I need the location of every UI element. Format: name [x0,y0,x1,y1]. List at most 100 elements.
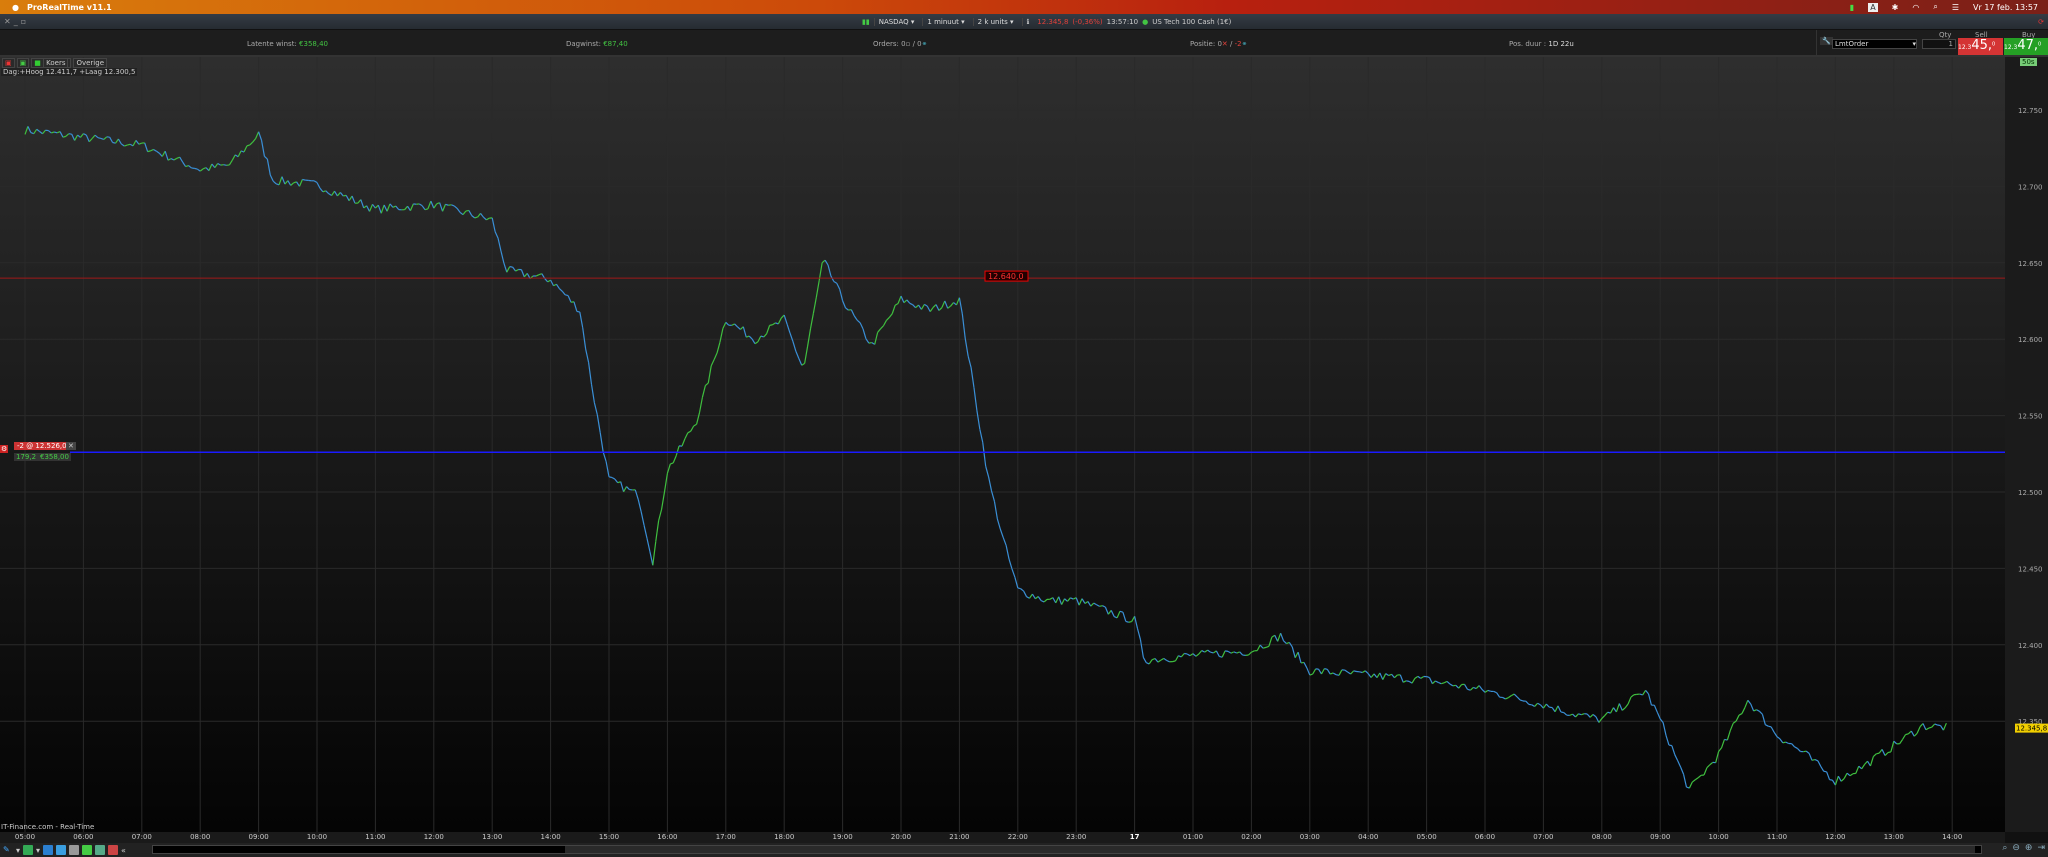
latent-label: Latente winst: [247,40,297,48]
quote-time: 13:57:10 [1106,18,1139,26]
window-icon[interactable] [95,845,106,855]
x-tick-label: 20:00 [890,833,912,841]
color-icon[interactable] [82,845,93,855]
close-position-icon[interactable]: ✕ [66,442,76,450]
x-tick-label: 19:00 [832,833,853,841]
x-axis[interactable]: 05:00 06:00 07:00 08:00 09:00 10:00 11:00 12:00… [0,832,2005,843]
scrollbar-thumb[interactable] [565,846,1975,853]
window-controls-icon[interactable]: ✕_▫ [4,17,29,26]
other-legend[interactable]: Overige [73,58,108,68]
price-segment [1782,741,1786,744]
order-type-select[interactable]: LmtOrder ▾ [1832,39,1917,49]
input-source-icon[interactable]: A [1868,2,1878,12]
day-high-low: Dag:+Hoog 12.411,7 +Laag 12.300,5 [1,68,138,76]
price-segment [509,266,513,268]
price-segment [1441,682,1445,685]
control-center-icon[interactable]: ☰ [1952,3,1959,12]
y-tick-label: 12.450 [2018,565,2043,573]
app-name[interactable]: ProRealTime v11.1 [27,3,112,12]
price-segment [1324,668,1328,670]
price-segment [1017,587,1021,590]
chart-type-icon[interactable]: ▮▮ [862,18,870,26]
timeline-scrollbar[interactable] [152,845,1982,854]
price-segment [54,131,58,134]
zoom-in-icon[interactable]: ⊕ [2025,843,2033,853]
units-label: 2 k units [977,18,1008,26]
x-tick-label: 06:00 [1474,833,1496,841]
price-segment [223,164,227,166]
position-settings-icon[interactable]: ⚙ [0,445,9,453]
buy-decimal: 0 [2038,41,2042,48]
scroll-to-end-icon[interactable]: ⇥ [2037,843,2045,853]
market-label: NASDAQ [878,18,909,26]
price-segment [1768,725,1772,728]
interval-select[interactable]: 1 minuut ▾ [922,18,968,26]
plot-background [0,57,2005,832]
price-segment [1452,684,1456,687]
instrument-name[interactable]: US Tech 100 Cash (1€) [1152,18,1231,26]
price-segment [194,167,198,170]
dropdown-icon[interactable]: ▾ [16,846,20,855]
wifi-icon[interactable]: ◠ [1912,3,1919,12]
price-segment [565,294,569,297]
position-size: -2 [1234,40,1242,48]
price-segment [97,137,102,140]
template-icon[interactable] [69,845,80,855]
latent-value: €358,40 [299,40,328,48]
wrench-icon[interactable]: 🔧 [1820,37,1833,45]
cancel-orders-icon[interactable]: ▫ [906,40,911,48]
sync-icon[interactable]: ⟳ [2038,18,2044,26]
x-tick-label: 07:00 [1533,833,1554,841]
x-tick-label: 14:00 [540,833,561,841]
price-legend[interactable]: ■ Koers [31,58,72,68]
y-tick-label: 12.550 [2018,413,2043,421]
indicator-icon[interactable] [23,845,34,855]
last-price-label: 12.345,8 [2016,725,2047,733]
position-info-bar: Latente winst: €358,40 Dagwinst: €87,40 … [0,30,2048,57]
y-axis-panel[interactable] [2005,57,2048,832]
drawing-tool-icon[interactable]: ✎ [3,845,13,855]
zoom-auto-icon[interactable]: ⌕ [2002,843,2007,853]
sell-button[interactable]: 12.345,0 [1958,38,2003,55]
position-label[interactable]: -2 @ 12.526,0 [14,442,70,450]
clock[interactable]: Vr 17 feb. 13:57 [1973,3,2038,12]
status-icon[interactable]: ▮ [1850,3,1854,12]
market-select[interactable]: NASDAQ ▾ [873,18,919,26]
market-open-icon: ● [1142,18,1149,26]
x-tick-label: 11:00 [365,833,386,841]
price-segment [1125,620,1129,623]
units-select[interactable]: 2 k units ▾ [972,18,1018,26]
add-indicator-icon[interactable]: ▣ [16,58,30,68]
position-duration: Pos. duur : 1D 22u [1509,40,1574,48]
share-icon[interactable] [43,845,54,855]
x-tick-label: 08:00 [1591,833,1612,841]
buy-prefix: 12.3 [2004,44,2018,51]
x-tick-label: 15:00 [598,833,620,841]
bluetooth-icon[interactable]: ✱ [1892,3,1899,12]
copy-icon[interactable] [56,845,67,855]
price-chart[interactable]: 12.750 12.700 12.650 12.600 12.550 12.500 12.4… [0,57,2048,832]
apple-icon[interactable]: ● [12,3,19,12]
qty-input[interactable]: 1 [1922,39,1956,49]
y-tick-label: 12.750 [2018,107,2043,115]
x-tick-label: 18:00 [774,833,795,841]
zoom-out-icon[interactable]: ⊖ [2012,843,2020,853]
x-tick-label: 12:00 [1825,833,1846,841]
x-tick-label: 07:00 [131,833,152,841]
buy-button[interactable]: 12.347,0 [2004,38,2048,55]
sell-decimal: 0 [1992,41,1996,48]
link-icon[interactable]: ⚭ [922,40,928,48]
x-tick-label: 14:00 [1942,833,1963,841]
dropdown-icon[interactable]: ▾ [36,846,40,855]
position-label: Positie: [1190,40,1216,48]
info-icon[interactable]: ℹ [1021,18,1034,26]
scroll-left-icon[interactable]: « [121,846,126,855]
close-position-icon[interactable]: ✕ [1222,40,1228,48]
position-info: Positie: 0✕ / -2⚭ [1190,40,1248,48]
trade-icon[interactable] [108,845,119,855]
remove-indicator-icon[interactable]: ▣ [2,58,15,68]
link-icon[interactable]: ⚭ [1242,40,1248,48]
alert-label: 12.640,0 [988,272,1024,281]
x-tick-label: 05:00 [14,833,36,841]
search-icon[interactable]: ⌕ [1933,2,1937,12]
